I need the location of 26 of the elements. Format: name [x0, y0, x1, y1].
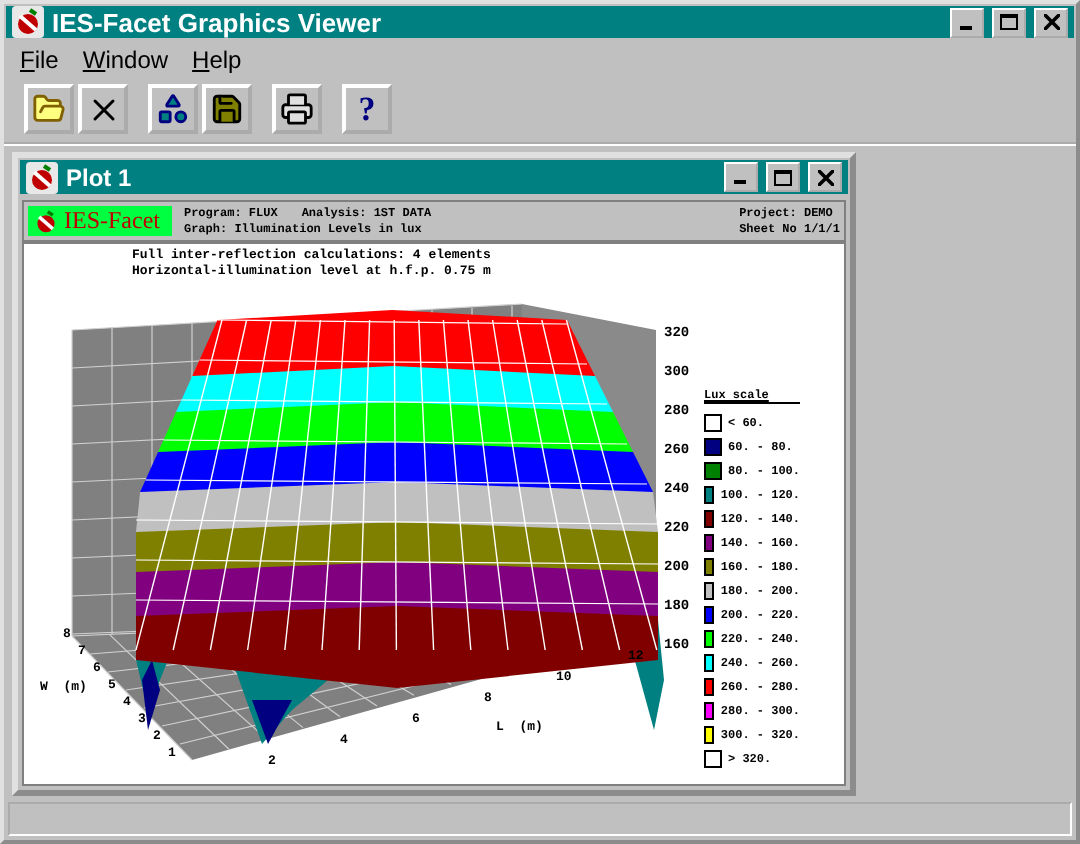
close-file-button[interactable] [78, 84, 128, 134]
close-icon [817, 169, 833, 185]
logo-text: IES-Facet [64, 206, 160, 236]
printer-icon [280, 92, 314, 126]
minimize-button[interactable] [724, 162, 758, 192]
maximize-icon [774, 169, 792, 185]
print-button[interactable] [272, 84, 322, 134]
shapes-icon [156, 92, 190, 126]
window-title: IES-Facet Graphics Viewer [52, 7, 383, 37]
open-button[interactable] [24, 84, 74, 134]
close-icon [1043, 14, 1059, 30]
close-button[interactable] [808, 162, 842, 192]
shapes-button[interactable] [148, 84, 198, 134]
menu-item[interactable]: Window [82, 46, 169, 74]
menu-item[interactable]: File [20, 46, 59, 74]
save-button[interactable] [202, 84, 252, 134]
maximize-button[interactable] [766, 162, 800, 192]
folder-icon [32, 92, 66, 126]
close-button[interactable] [1034, 7, 1068, 37]
help-button[interactable]: ? [342, 84, 392, 134]
maximize-icon [1000, 14, 1018, 30]
menu-item[interactable]: Help [192, 46, 242, 74]
minimize-button[interactable] [950, 7, 984, 37]
maximize-button[interactable] [992, 7, 1026, 37]
plot-window-title: Plot 1 [66, 163, 134, 191]
app-logo-icon [34, 209, 58, 233]
